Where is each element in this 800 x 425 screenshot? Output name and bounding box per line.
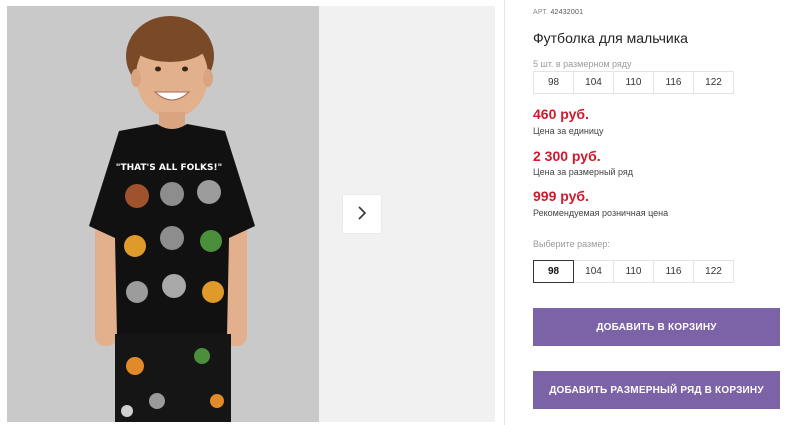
pack-size: 104 [573,71,614,94]
product-title: Футболка для мальчика [533,30,688,46]
size-option[interactable]: 116 [653,260,694,283]
print-caption: "THAT'S ALL FOLKS!" [116,163,223,173]
product-gallery: "THAT'S ALL FOLKS!" [7,6,495,422]
pack-size: 110 [613,71,654,94]
size-option[interactable]: 104 [573,260,614,283]
retail-price-label: Рекомендуемая розничная цена [533,208,669,218]
size-selector: 98 104 110 116 122 [533,260,734,283]
unit-price-label: Цена за единицу [533,126,604,136]
size-option[interactable]: 122 [693,260,734,283]
add-to-cart-button[interactable]: ДОБАВИТЬ В КОРЗИНУ [533,308,780,346]
pack-size: 98 [533,71,574,94]
chevron-right-icon [357,205,367,223]
article-number: АРТ. 42432001 [533,9,583,16]
article-prefix: АРТ. [533,9,549,16]
column-divider [504,0,505,425]
pack-size-row: 98 104 110 116 122 [533,71,734,94]
pack-size: 122 [693,71,734,94]
size-option-selected[interactable]: 98 [533,260,574,283]
set-price-label: Цена за размерный ряд [533,167,634,177]
size-option[interactable]: 110 [613,260,654,283]
retail-price: 999 руб. [533,188,589,204]
product-photo[interactable]: "THAT'S ALL FOLKS!" [7,6,319,422]
pack-note: 5 шт. в размерном ряду [533,59,632,69]
gallery-next-button[interactable] [343,195,381,233]
article-value: 42432001 [550,9,584,16]
unit-price: 460 руб. [533,106,589,122]
size-select-label: Выберите размер: [533,239,610,249]
add-size-set-to-cart-button[interactable]: ДОБАВИТЬ РАЗМЕРНЫЙ РЯД В КОРЗИНУ [533,371,780,409]
pack-size: 116 [653,71,694,94]
set-price: 2 300 руб. [533,148,601,164]
